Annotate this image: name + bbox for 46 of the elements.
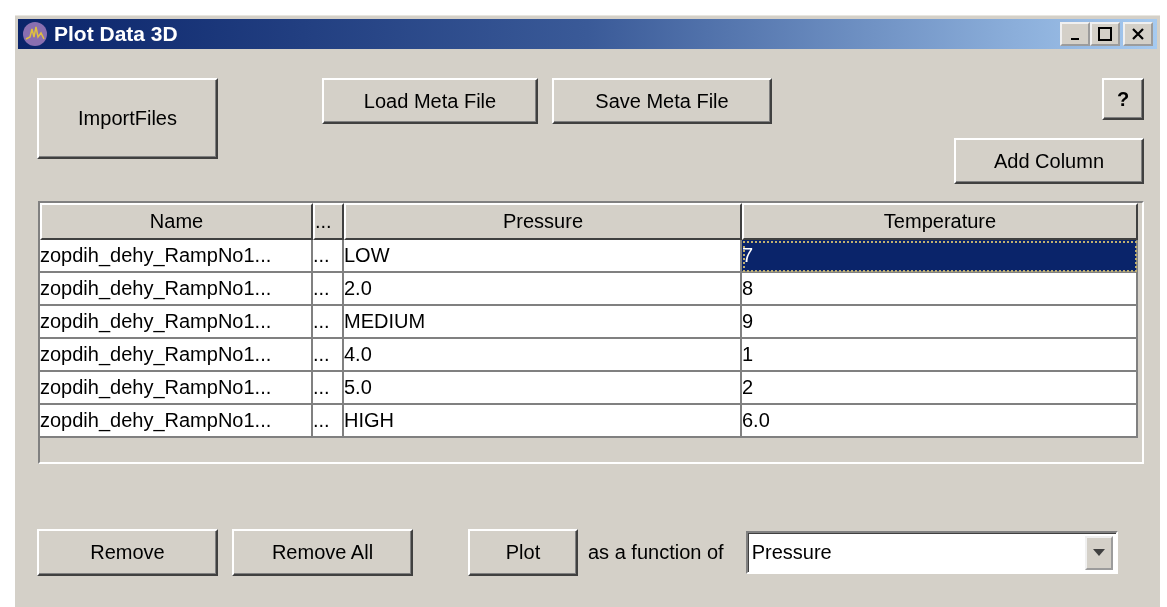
table-cell: ... — [313, 372, 344, 405]
table-cell: zopdih_dehy_RampNo1... — [40, 372, 313, 405]
table-cell: 9 — [742, 306, 1138, 339]
table-cell: 7 — [742, 240, 1138, 273]
window-title: Plot Data 3D — [54, 22, 179, 46]
minimize-icon — [1071, 38, 1079, 40]
maximize-icon — [1098, 27, 1112, 41]
table-cell: 8 — [742, 273, 1138, 306]
close-button[interactable] — [1123, 22, 1153, 46]
save-meta-file-button[interactable]: Save Meta File — [552, 78, 772, 124]
table-cell: zopdih_dehy_RampNo1... — [40, 273, 313, 306]
plot-button[interactable]: Plot — [468, 529, 578, 576]
column-header[interactable]: Pressure — [344, 203, 742, 240]
table-cell: 1 — [742, 339, 1138, 372]
table-cell: 6.0 — [742, 405, 1138, 438]
minimize-button[interactable] — [1060, 22, 1090, 46]
column-header[interactable]: Temperature — [742, 203, 1138, 240]
remove-all-button[interactable]: Remove All — [232, 529, 413, 576]
function-label: as a function of — [588, 541, 724, 564]
table-cell: 4.0 — [344, 339, 742, 372]
close-icon — [1131, 27, 1145, 41]
load-meta-file-button[interactable]: Load Meta File — [322, 78, 538, 124]
import-files-button[interactable]: ImportFiles — [37, 78, 218, 159]
remove-button[interactable]: Remove — [37, 529, 218, 576]
add-column-button[interactable]: Add Column — [954, 138, 1144, 184]
app-icon — [22, 21, 48, 47]
table-cell: ... — [313, 339, 344, 372]
column-header[interactable]: Name — [40, 203, 313, 240]
table-cell: zopdih_dehy_RampNo1... — [40, 339, 313, 372]
function-dropdown[interactable]: Pressure — [745, 531, 1118, 574]
table-cell: HIGH — [344, 405, 742, 438]
table-cell: zopdih_dehy_RampNo1... — [40, 306, 313, 339]
help-button[interactable]: ? — [1102, 78, 1144, 120]
table-cell: LOW — [344, 240, 742, 273]
table-cell: 2 — [742, 372, 1138, 405]
table-cell: MEDIUM — [344, 306, 742, 339]
maximize-button[interactable] — [1090, 22, 1120, 46]
table-cell: ... — [313, 405, 344, 438]
table-cell: 2.0 — [344, 273, 742, 306]
column-header[interactable]: ... — [313, 203, 344, 240]
table-cell: ... — [313, 273, 344, 306]
table-cell: ... — [313, 306, 344, 339]
table-cell: zopdih_dehy_RampNo1... — [40, 405, 313, 438]
table-cell: 5.0 — [344, 372, 742, 405]
table-cell: zopdih_dehy_RampNo1... — [40, 240, 313, 273]
table-cell: ... — [313, 240, 344, 273]
